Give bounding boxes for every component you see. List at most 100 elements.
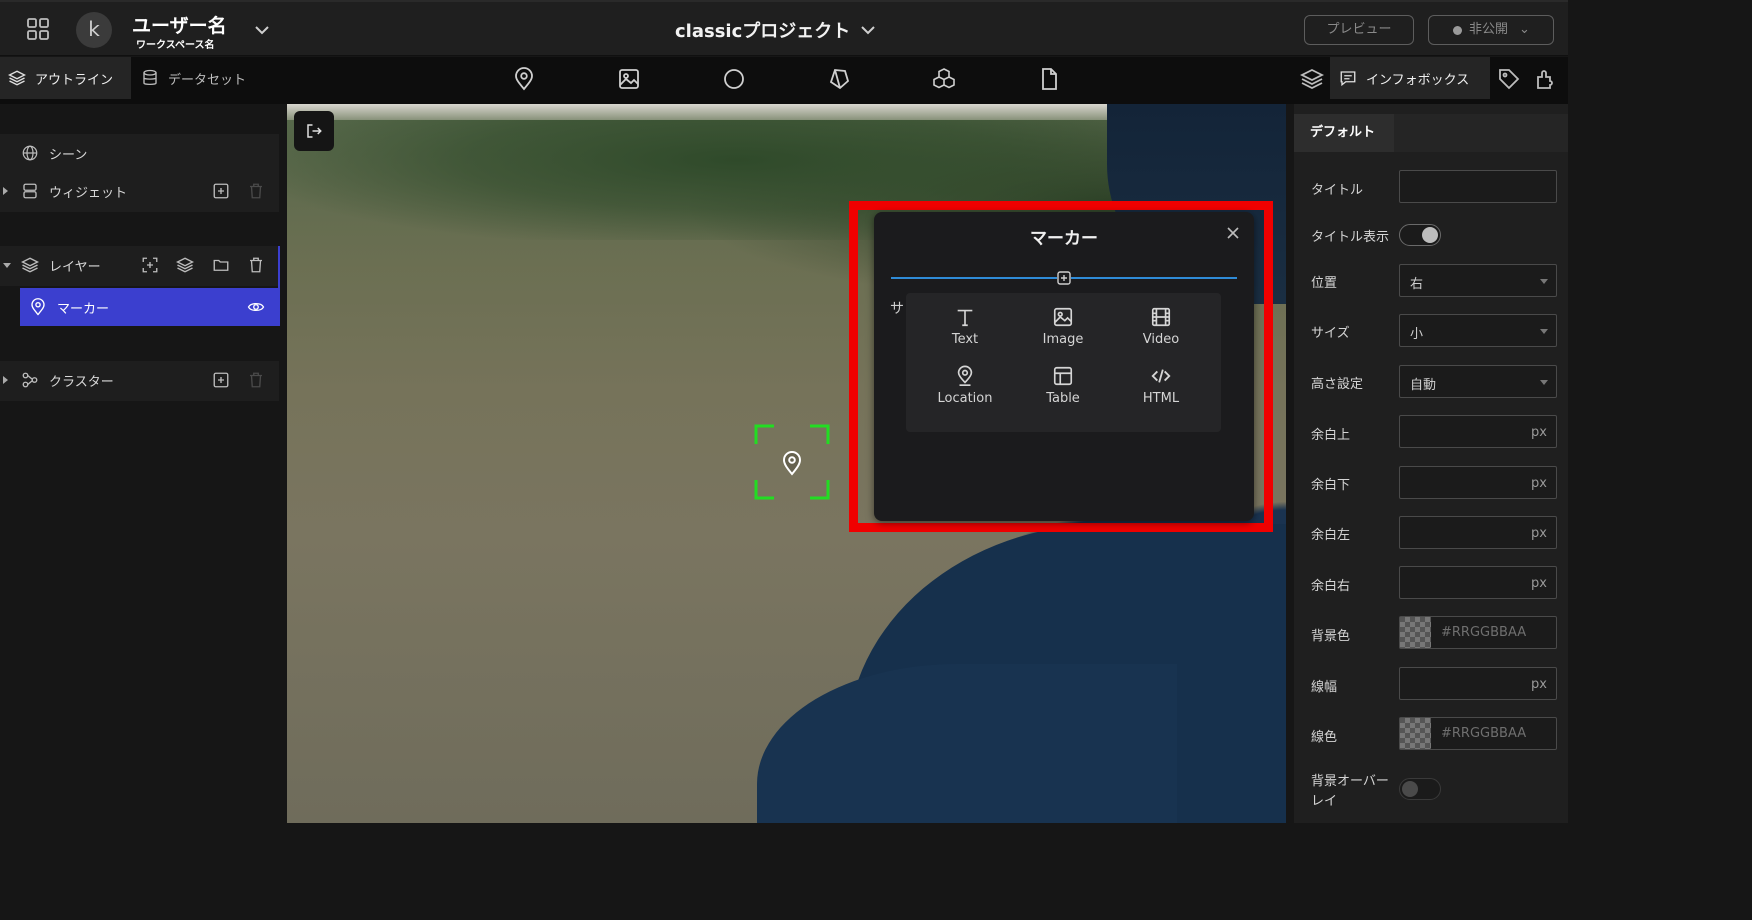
show-title-toggle[interactable] [1399,224,1441,246]
size-select[interactable]: 小 [1399,314,1557,347]
collapse-arrow-icon[interactable] [3,263,11,268]
position-label: 位置 [1311,276,1338,291]
trash-icon[interactable] [247,182,265,200]
bg-color-label: 背景色 [1311,629,1351,644]
block-item-html[interactable]: HTML [1112,365,1210,421]
toggle-knob [1422,227,1438,243]
layers-add-icon[interactable] [176,256,194,274]
outline-panel: シーン ウィジェット レイヤー マーカー クラスター [0,104,287,823]
outline-item-label: ウィジェット [49,186,128,201]
tab-infobox-label: インフォボックス [1366,72,1470,88]
chevron-down-icon: ⌄ [1519,22,1530,37]
outline-item-scene[interactable]: シーン [0,134,279,172]
add-block-icon[interactable] [1057,271,1071,285]
circle-icon[interactable] [722,67,746,91]
outline-item-label: クラスター [49,375,114,390]
size-value: 小 [1410,327,1424,342]
close-icon[interactable] [1226,226,1240,240]
eye-icon[interactable] [247,298,265,316]
margin-right-input[interactable]: px [1399,566,1557,599]
add-icon[interactable] [212,182,230,200]
expand-arrow-icon[interactable] [3,376,8,384]
project-title[interactable]: classicプロジェクト [675,17,850,43]
border-width-input[interactable]: px [1399,667,1557,700]
toolbar: アウトライン データセット インフォボックス [0,57,1568,104]
trash-icon[interactable] [247,371,265,389]
chevron-down-icon[interactable] [252,20,272,40]
title-input[interactable] [1399,170,1557,203]
bg-overlay-label-line2: レイ [1311,794,1338,809]
location-icon [957,365,973,386]
chevron-down-icon[interactable] [858,20,878,40]
block-item-text[interactable]: Text [916,306,1014,362]
block-item-label: HTML [1142,391,1180,406]
border-color-input[interactable]: #RRGGBBAA [1399,717,1557,750]
block-item-table[interactable]: Table [1014,365,1112,421]
cluster-icon [22,372,38,388]
bg-color-input[interactable]: #RRGGBBAA [1399,616,1557,649]
folder-icon[interactable] [212,256,230,274]
position-select[interactable]: 右 [1399,264,1557,297]
image-icon[interactable] [617,67,641,91]
unit-label: px [1531,526,1547,541]
outline-item-label: シーン [49,148,88,163]
app-grid-icon[interactable] [26,17,50,41]
margin-bottom-input[interactable]: px [1399,466,1557,499]
unit-label: px [1531,576,1547,591]
exit-fullscreen-button[interactable] [294,111,334,151]
tab-dataset[interactable]: データセット [141,57,246,99]
tab-default[interactable]: デフォルト [1294,114,1394,152]
exit-icon [307,124,322,138]
tab-outline-label: アウトライン [35,72,114,88]
color-swatch[interactable] [1400,617,1431,648]
block-menu: Text Image Video Location Table HTML [906,293,1221,432]
avatar[interactable]: k [76,12,112,48]
height-value: 自動 [1410,378,1437,393]
image-icon [1053,307,1073,327]
block-item-video[interactable]: Video [1112,306,1210,362]
infobox-popup: マーカー サ Text Image Video Location Table H… [874,212,1254,521]
plugin-icon[interactable] [1534,67,1558,91]
outline-item-marker[interactable]: マーカー [20,288,278,326]
tab-outline[interactable]: アウトライン [8,57,113,99]
model-icon[interactable] [932,67,956,91]
table-icon [1053,366,1073,386]
add-icon[interactable] [212,371,230,389]
user-name[interactable]: ユーザー名 [132,11,227,38]
outline-item-layer[interactable]: レイヤー [0,246,279,284]
caret-down-icon [1540,279,1548,284]
margin-top-input[interactable]: px [1399,415,1557,448]
focus-add-icon[interactable] [141,256,159,274]
preview-button[interactable]: プレビュー [1304,15,1414,45]
code-icon [1151,369,1171,383]
outline-item-cluster[interactable]: クラスター [0,361,279,399]
tab-infobox[interactable]: インフォボックス [1339,57,1469,99]
top-bar: k ユーザー名 ワークスペース名 classicプロジェクト プレビュー 非公開… [0,0,1568,56]
outline-item-widget[interactable]: ウィジェット [0,172,279,210]
margin-left-input[interactable]: px [1399,516,1557,549]
block-item-label: Location [937,391,993,406]
expand-arrow-icon[interactable] [3,187,8,195]
color-swatch[interactable] [1400,718,1431,749]
margin-right-label: 余白右 [1311,579,1351,594]
caret-down-icon [1540,329,1548,334]
publish-status-button[interactable]: 非公開 ⌄ [1428,15,1554,45]
block-item-location[interactable]: Location [916,365,1014,421]
color-placeholder: #RRGGBBAA [1441,726,1527,741]
marker-icon[interactable] [512,67,536,91]
margin-top-label: 余白上 [1311,428,1351,443]
selected-marker[interactable] [754,424,830,500]
block-item-image[interactable]: Image [1014,306,1112,362]
file-icon[interactable] [1037,67,1061,91]
margin-bottom-label: 余白下 [1311,478,1351,493]
layers-icon[interactable] [1300,67,1324,91]
trash-icon[interactable] [247,256,265,274]
widget-icon [23,183,37,199]
marker-icon [31,298,45,316]
bg-overlay-label: 背景オーバー [1311,774,1389,789]
polygon-icon[interactable] [827,67,851,91]
tag-icon[interactable] [1497,67,1521,91]
bg-overlay-toggle[interactable] [1399,778,1441,800]
block-item-label: Video [1142,332,1180,347]
height-select[interactable]: 自動 [1399,365,1557,398]
